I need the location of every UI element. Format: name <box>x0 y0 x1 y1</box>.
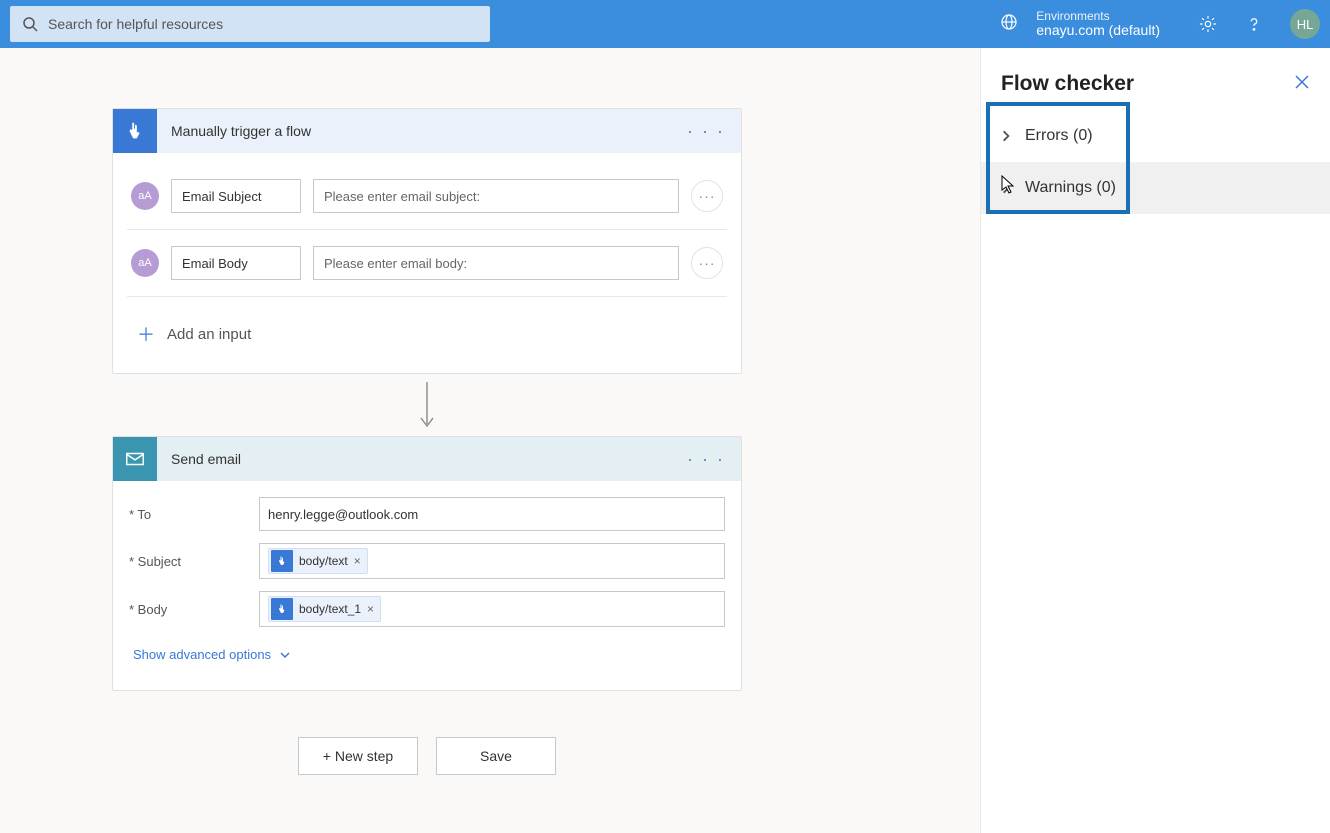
save-button[interactable]: Save <box>436 737 556 775</box>
help-button[interactable] <box>1238 8 1270 40</box>
send-menu[interactable]: · · · <box>681 449 731 470</box>
pointer-icon <box>113 109 157 153</box>
to-input[interactable]: henry.legge@outlook.com <box>259 497 725 531</box>
trigger-header[interactable]: Manually trigger a flow · · · <box>113 109 741 153</box>
to-row: * To henry.legge@outlook.com <box>113 491 741 537</box>
user-avatar[interactable]: HL <box>1290 9 1320 39</box>
pointer-icon <box>271 598 293 620</box>
body-label: * Body <box>129 602 249 617</box>
trigger-card: Manually trigger a flow · · · aA Email S… <box>112 108 742 374</box>
settings-button[interactable] <box>1192 8 1224 40</box>
dynamic-token[interactable]: body/text × <box>268 548 368 574</box>
input-placeholder-field[interactable]: Please enter email body: <box>313 246 679 280</box>
trigger-input-row: aA Email Subject Please enter email subj… <box>113 169 741 223</box>
send-title: Send email <box>171 451 681 467</box>
input-name-field[interactable]: Email Subject <box>171 179 301 213</box>
topbar: Environments enayu.com (default) HL <box>0 0 1330 48</box>
new-step-button[interactable]: + New step <box>298 737 418 775</box>
text-type-icon: aA <box>131 182 159 210</box>
send-email-card: Send email · · · * To henry.legge@outloo… <box>112 436 742 691</box>
trigger-title: Manually trigger a flow <box>171 123 681 139</box>
panel-title: Flow checker <box>1001 72 1134 96</box>
arrow-down-icon <box>417 380 437 430</box>
trigger-input-row: aA Email Body Please enter email body: ·… <box>113 236 741 290</box>
input-row-menu[interactable]: ··· <box>691 247 723 279</box>
pointer-icon <box>271 550 293 572</box>
send-header[interactable]: Send email · · · <box>113 437 741 481</box>
to-label: * To <box>129 507 249 522</box>
token-remove[interactable]: × <box>367 602 374 616</box>
add-input-button[interactable]: ＋ Add an input <box>113 303 741 365</box>
flow-checker-panel: Flow checker Errors (0) Warnings (0) <box>980 48 1330 833</box>
body-row: * Body body/text_1 × <box>113 585 741 633</box>
advanced-options-toggle[interactable]: Show advanced options <box>113 633 741 682</box>
connector-arrow[interactable] <box>112 374 742 436</box>
dynamic-token[interactable]: body/text_1 × <box>268 596 381 622</box>
input-placeholder-field[interactable]: Please enter email subject: <box>313 179 679 213</box>
input-row-menu[interactable]: ··· <box>691 180 723 212</box>
env-name: enayu.com (default) <box>1036 23 1160 38</box>
flow-canvas: Manually trigger a flow · · · aA Email S… <box>0 48 980 833</box>
errors-section[interactable]: Errors (0) <box>981 110 1330 162</box>
warnings-label: Warnings (0) <box>1025 179 1116 197</box>
chevron-right-icon <box>999 129 1013 143</box>
gear-icon <box>1199 15 1217 33</box>
environment-selector[interactable]: Environments enayu.com (default) <box>1036 10 1160 39</box>
body-input[interactable]: body/text_1 × <box>259 591 725 627</box>
warnings-section[interactable]: Warnings (0) <box>981 162 1330 214</box>
token-remove[interactable]: × <box>354 554 361 568</box>
footer-buttons: + New step Save <box>112 737 742 775</box>
subject-label: * Subject <box>129 554 249 569</box>
chevron-right-icon <box>999 181 1013 195</box>
add-input-label: Add an input <box>167 326 251 343</box>
chevron-down-icon <box>279 649 291 661</box>
plus-icon: ＋ <box>137 321 155 347</box>
input-name-field[interactable]: Email Body <box>171 246 301 280</box>
errors-label: Errors (0) <box>1025 127 1093 145</box>
help-icon <box>1245 15 1263 33</box>
panel-close-button[interactable] <box>1294 74 1310 95</box>
subject-input[interactable]: body/text × <box>259 543 725 579</box>
env-label: Environments <box>1036 10 1160 23</box>
trigger-menu[interactable]: · · · <box>681 121 731 142</box>
subject-row: * Subject body/text × <box>113 537 741 585</box>
search-box[interactable] <box>10 6 490 42</box>
close-icon <box>1294 74 1310 90</box>
search-icon <box>22 16 38 32</box>
environment-icon <box>1000 13 1018 36</box>
text-type-icon: aA <box>131 249 159 277</box>
search-input[interactable] <box>48 16 478 32</box>
mail-icon <box>113 437 157 481</box>
